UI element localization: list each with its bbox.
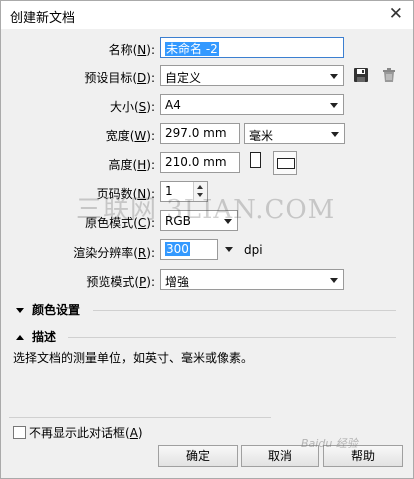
preview-value: 增強 [165,275,190,289]
footer-divider [9,417,271,418]
preview-label: 预览模式(P): [86,275,155,289]
unit-select[interactable]: 毫米 [244,123,345,144]
description-title: 描述 [32,330,57,344]
color-settings-title: 颜色设置 [32,303,81,317]
section-divider [68,337,396,338]
size-value: A4 [165,98,181,112]
resolution-dropdown-button[interactable] [221,239,237,260]
resolution-value: 300 [165,242,190,256]
resolution-label: 渲染分辨率(R): [73,246,155,260]
description-text: 选择文档的测量单位，如英寸、毫米或像素。 [13,351,254,365]
color-settings-toggle[interactable]: 颜色设置 [16,301,80,318]
dont-show-checkbox[interactable] [13,426,26,439]
chevron-down-icon [330,278,338,283]
portrait-orientation-icon[interactable] [250,152,261,168]
dont-show-label[interactable]: 不再显示此对话框(A) [29,424,143,441]
description-toggle[interactable]: 描述 [16,328,56,345]
delete-preset-icon[interactable] [381,67,397,83]
preset-value: 自定义 [165,71,202,85]
title-bar: 创建新文档 ✕ [1,1,413,29]
create-document-dialog: 创建新文档 ✕ 名称(N): 未命名 -2 预设目标(D): 自定义 大小(S)… [0,0,414,479]
size-label: 大小(S): [109,100,155,114]
baidu-watermark: Baidu 经验 [301,437,358,450]
name-value: 未命名 -2 [165,42,219,56]
name-label: 名称(N): [108,43,155,57]
width-input[interactable]: 297.0 mm [160,123,240,144]
height-value: 210.0 mm [165,155,227,169]
ok-button[interactable]: 确定 [158,445,238,467]
site-watermark: 三联网 3LIAN.COM [76,195,336,225]
collapse-icon [16,335,24,340]
unit-value: 毫米 [249,129,274,143]
dialog-title: 创建新文档 [10,11,76,26]
chevron-down-icon [330,103,338,108]
section-divider [93,310,396,311]
close-icon[interactable]: ✕ [389,4,403,24]
height-label: 高度(H): [108,158,155,172]
height-input[interactable]: 210.0 mm [160,152,240,173]
preset-select[interactable]: 自定义 [160,65,344,86]
width-label: 宽度(W): [105,129,155,143]
size-select[interactable]: A4 [160,94,344,115]
landscape-orientation-icon [277,158,295,169]
width-value: 297.0 mm [165,126,227,140]
chevron-down-icon [330,74,338,79]
chevron-down-icon [331,132,339,137]
chevron-down-icon [225,247,233,252]
preview-select[interactable]: 增強 [160,269,344,290]
preset-label: 预设目标(D): [84,71,155,85]
resolution-input[interactable]: 300 [160,239,218,260]
landscape-orientation-button[interactable] [273,151,297,175]
expand-icon [16,308,24,313]
resolution-unit: dpi [244,243,263,257]
save-preset-icon[interactable] [353,67,369,83]
name-input[interactable]: 未命名 -2 [160,37,344,58]
